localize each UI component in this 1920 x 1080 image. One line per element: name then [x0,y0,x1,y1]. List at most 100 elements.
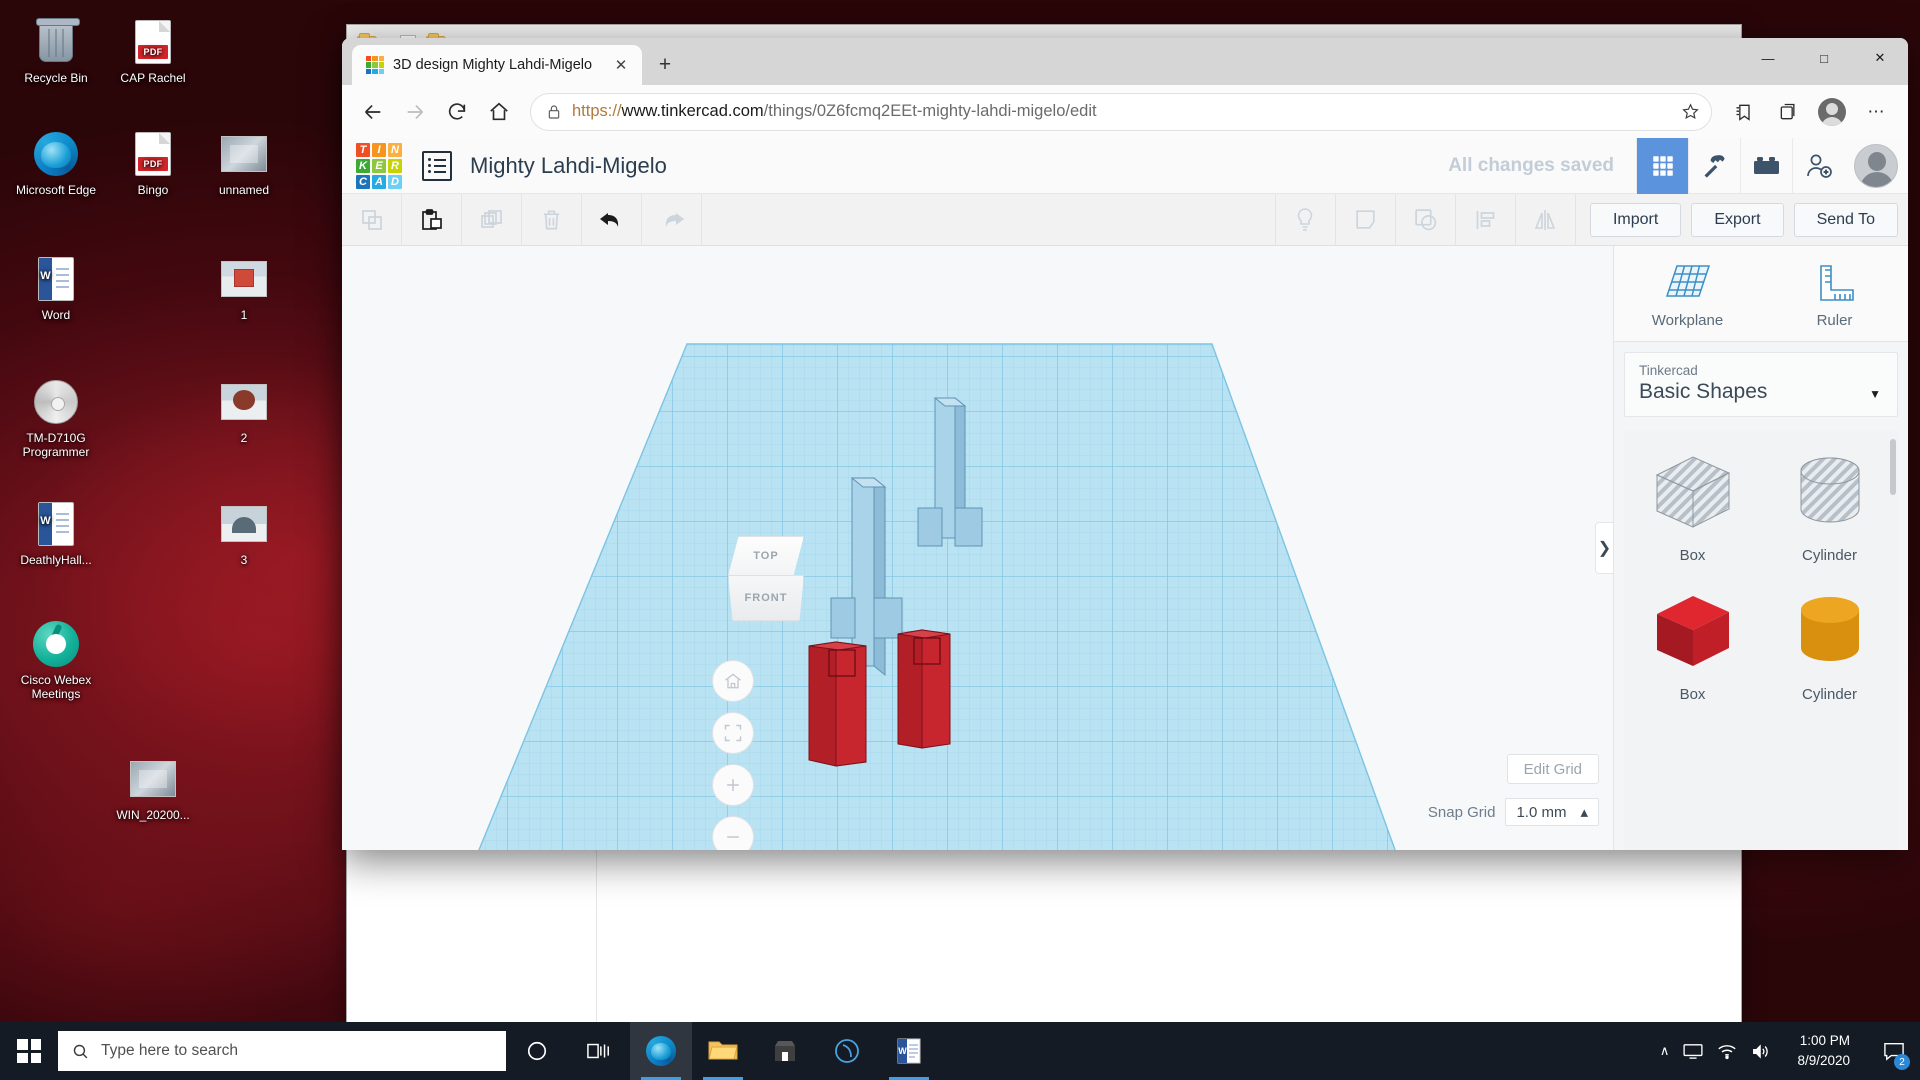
favicon-tile-e [372,62,378,68]
snap-grid-select[interactable]: 1.0 mm ▴ [1505,798,1599,826]
profile-avatar-icon[interactable] [1812,93,1852,131]
collections-icon[interactable] [1768,93,1808,131]
monitor-icon[interactable] [1683,1043,1703,1059]
edge-browser-window[interactable]: 3D design Mighty Lahdi-Migelo ✕ + — □ ✕ [342,38,1908,850]
edit-grid-button[interactable]: Edit Grid [1506,754,1599,784]
word-taskbar-icon[interactable]: W [878,1022,940,1080]
workplane-tool[interactable]: Workplane [1614,246,1761,341]
viewcube-top-face[interactable]: TOP [728,536,804,576]
search-input[interactable]: Type here to search [58,1031,506,1071]
start-button[interactable] [0,1022,58,1080]
browser-tab-strip: 3D design Mighty Lahdi-Migelo ✕ + — □ ✕ [342,38,1908,85]
tinkercad-toolbar: Import Export Send To [342,193,1908,246]
box-solid-shape [1624,584,1761,676]
ruler-tool[interactable]: Ruler [1761,246,1908,341]
close-icon[interactable]: ✕ [610,54,632,76]
desktop-icon-recycle-bin[interactable]: Recycle Bin [8,18,104,85]
desktop-icon-microsoft-edge[interactable]: Microsoft Edge [8,130,104,197]
favicon-tile-d [378,68,384,74]
browser-taskbar-icon[interactable] [816,1022,878,1080]
tinkercad-header: TIN KER CAD Mighty Lahdi-Migelo All change… [342,137,1908,194]
blocks-grid-icon[interactable] [1636,137,1688,194]
send-to-button[interactable]: Send To [1793,202,1898,237]
action-center-icon[interactable]: 2 [1876,1022,1912,1080]
desktop-icon-1[interactable]: 1 [196,255,292,322]
clock[interactable]: 1:00 PM 8/9/2020 [1785,1031,1862,1070]
panel-collapse-button[interactable]: ❯ [1595,522,1613,574]
browser-close-button[interactable]: ✕ [1852,38,1908,78]
back-button[interactable] [354,93,392,131]
cylinder-solid-shape [1761,584,1898,676]
desktop-icon-deathlyhall[interactable]: DeathlyHall... [8,500,104,567]
home-view-icon[interactable] [712,660,754,702]
desktop-icon-2[interactable]: 2 [196,378,292,445]
panel-scrollbar[interactable] [1890,439,1896,495]
shape-item-box-hole[interactable]: Box [1624,431,1761,570]
pdf-file-icon [129,130,177,178]
undo-icon[interactable] [582,193,642,246]
list-menu-icon[interactable] [422,150,452,181]
task-view-icon[interactable] [568,1022,630,1080]
logo-tile-r: R [388,158,402,173]
desktop-icon-cap-rachel[interactable]: CAP Rachel [105,18,201,85]
group-shapes-icon [1396,193,1456,246]
address-bar[interactable]: https://www.tinkercad.com/things/0Z6fcmq… [530,92,1712,131]
zoom-in-icon[interactable] [712,764,754,806]
import-button[interactable]: Import [1589,202,1682,237]
windows-logo-icon [17,1039,41,1063]
shapes-panel: Workplane Ruler Tinkercad Basic Shapes ▼… [1613,246,1908,850]
browser-minimize-button[interactable]: — [1740,38,1796,78]
file-explorer-icon[interactable] [692,1022,754,1080]
export-button[interactable]: Export [1691,202,1784,237]
lock-icon [546,103,562,121]
view-orientation-cube[interactable]: TOP FRONT [720,536,812,622]
forward-button [396,93,434,131]
desktop-icon-3[interactable]: 3 [196,500,292,567]
add-person-icon[interactable] [1792,137,1844,194]
shape-library-dropdown[interactable]: Tinkercad Basic Shapes ▼ [1624,352,1898,417]
shape-label: Box [1679,686,1706,703]
new-tab-button[interactable]: + [648,48,682,82]
browser-tab-active[interactable]: 3D design Mighty Lahdi-Migelo ✕ [352,45,642,85]
browser-maximize-button[interactable]: □ [1796,38,1852,78]
lego-brick-icon[interactable] [1740,137,1792,194]
pdf-file-icon [129,18,177,66]
microsoft-store-icon[interactable] [754,1022,816,1080]
settings-more-icon[interactable]: ⋯ [1856,93,1896,131]
favorites-icon[interactable] [1724,93,1764,131]
ruler-tool-label: Ruler [1816,312,1853,329]
desktop-icon-word[interactable]: Word [8,255,104,322]
tinkercad-body: TOP FRONT Edit Grid Snap Grid 1.0 mm ▴ ❯… [342,246,1908,850]
workplane-viewport[interactable]: TOP FRONT Edit Grid Snap Grid 1.0 mm ▴ ❯ [342,246,1613,850]
home-button[interactable] [480,93,518,131]
paste-icon[interactable] [402,193,462,246]
workplane-tool-label: Workplane [1651,312,1724,329]
desktop-icon-bingo[interactable]: Bingo [105,130,201,197]
codeblocks-pickaxe-icon[interactable] [1688,137,1740,194]
shape-item-cylinder-hole[interactable]: Cylinder [1761,431,1898,570]
star-icon[interactable] [1681,102,1700,121]
zoom-out-icon[interactable] [712,816,754,850]
avatar[interactable] [1854,143,1898,188]
wifi-icon[interactable] [1717,1043,1737,1060]
desktop-icon-tm-d710g-programmer[interactable]: TM-D710G Programmer [8,378,104,459]
fit-to-view-icon[interactable] [712,712,754,754]
reload-button[interactable] [438,93,476,131]
tinkercad-logo[interactable]: TIN KER CAD [356,142,402,189]
desktop-icon-unnamed[interactable]: unnamed [196,130,292,197]
cortana-icon[interactable] [506,1022,568,1080]
image-thumb-icon [220,255,268,303]
desktop-icon-win-20200[interactable]: WIN_20200... [105,755,201,822]
shape-item-cylinder-solid[interactable]: Cylinder [1761,570,1898,709]
chevron-down-icon: ▼ [1869,387,1881,401]
logo-tile-e: E [372,158,386,173]
shape-item-box-solid[interactable]: Box [1624,570,1761,709]
viewcube-front-face[interactable]: FRONT [728,575,804,621]
edge-taskbar-icon[interactable] [630,1022,692,1080]
clock-time: 1:00 PM [1799,1033,1850,1049]
desktop-icon-label: Microsoft Edge [15,183,97,197]
desktop-icon-cisco-webex-meetings[interactable]: Cisco Webex Meetings [8,620,104,701]
volume-icon[interactable] [1751,1043,1771,1060]
page-title[interactable]: Mighty Lahdi-Migelo [470,153,667,179]
tray-chevron-icon[interactable]: ∧ [1660,1043,1670,1059]
